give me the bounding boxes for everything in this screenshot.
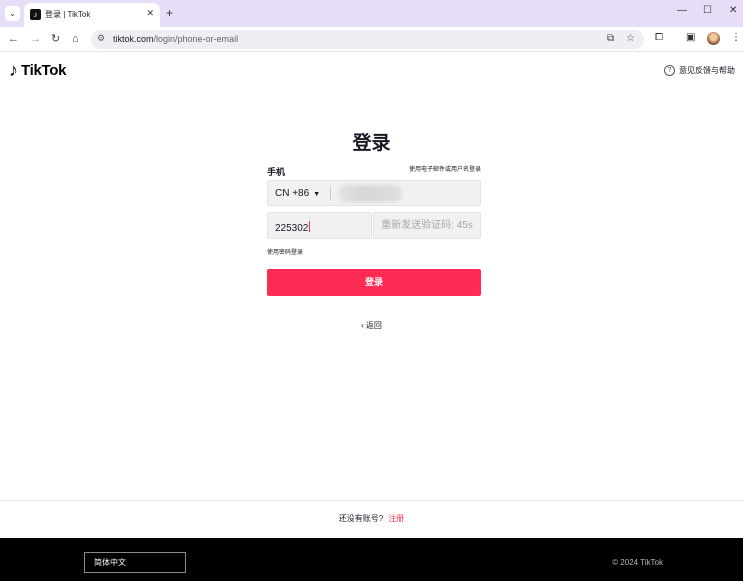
- browser-tab-bar: ⌄ ♪ 登录 | TikTok ✕ + — ☐ ✕: [0, 0, 743, 27]
- profile-avatar[interactable]: [707, 32, 720, 45]
- logo-text: TikTok: [21, 61, 67, 79]
- back-label: 返回: [365, 321, 382, 330]
- language-select[interactable]: 简体中文: [84, 552, 186, 573]
- question-icon: ?: [664, 65, 675, 76]
- install-icon[interactable]: ⧉: [607, 33, 614, 44]
- country-code-value: CN +86: [275, 188, 310, 199]
- star-icon[interactable]: ☆: [626, 33, 635, 44]
- browser-tab-active[interactable]: ♪ 登录 | TikTok ✕: [24, 3, 160, 27]
- side-panel-icon[interactable]: ▣: [686, 32, 695, 43]
- caret-down-icon: ▼: [313, 191, 321, 198]
- phone-label: 手机: [267, 167, 286, 177]
- window-close-icon[interactable]: ✕: [729, 5, 737, 16]
- tiktok-logo[interactable]: ♪ TikTok: [9, 61, 66, 79]
- feedback-label: 意见反馈与帮助: [679, 66, 735, 75]
- maximize-icon[interactable]: ☐: [703, 5, 712, 16]
- tab-search-button[interactable]: ⌄: [5, 6, 20, 21]
- signup-prompt: 还没有账号?: [338, 514, 384, 523]
- page-title: 登录: [352, 133, 391, 154]
- resend-code-button[interactable]: 重新发送验证码: 45s: [373, 212, 481, 239]
- url-text: tiktok.com/login/phone-or-email: [113, 34, 238, 44]
- tiktok-favicon-icon: ♪: [30, 9, 41, 20]
- email-username-login-link[interactable]: 使用电子邮件或用户名登录: [409, 164, 481, 173]
- tab-title: 登录 | TikTok: [45, 10, 91, 19]
- home-icon[interactable]: ⌂: [72, 32, 79, 46]
- field-divider: [330, 186, 331, 201]
- country-code-select[interactable]: CN +86 ▼: [275, 188, 320, 199]
- chevron-down-icon: ⌄: [9, 9, 16, 18]
- reload-icon[interactable]: ↻: [51, 32, 60, 46]
- signup-bar: 还没有账号? 注册: [0, 500, 743, 538]
- footer: 简体中文 © 2024 TikTok: [0, 538, 743, 581]
- back-icon[interactable]: ←: [8, 32, 19, 46]
- new-tab-button[interactable]: +: [166, 6, 173, 20]
- login-form: 手机 使用电子邮件或用户名登录 CN +86 ▼ 225302 重新发送验证码: …: [267, 163, 481, 296]
- browser-toolbar: ← → ↻ ⌂ ⚙ tiktok.com/login/phone-or-emai…: [0, 27, 743, 52]
- password-login-link[interactable]: 使用密码登录: [267, 247, 303, 256]
- code-value: 225302: [275, 221, 311, 234]
- feedback-help-link[interactable]: ? 意见反馈与帮助: [664, 65, 735, 76]
- phone-field: CN +86 ▼: [267, 180, 481, 206]
- copyright: © 2024 TikTok: [612, 558, 663, 567]
- minimize-icon[interactable]: —: [677, 5, 687, 16]
- login-button[interactable]: 登录: [267, 269, 481, 296]
- forward-icon[interactable]: →: [30, 32, 41, 46]
- chevron-left-icon: ‹: [361, 321, 364, 330]
- address-bar[interactable]: ⚙ tiktok.com/login/phone-or-email ⧉ ☆: [91, 30, 644, 49]
- site-info-icon[interactable]: ⚙: [97, 33, 105, 44]
- close-icon[interactable]: ✕: [146, 8, 154, 19]
- tiktok-note-icon: ♪: [9, 60, 18, 80]
- page-header: ♪ TikTok ? 意见反馈与帮助: [0, 53, 743, 89]
- more-icon[interactable]: ⋮: [731, 32, 741, 43]
- url-host: tiktok.com: [113, 34, 154, 44]
- extensions-icon[interactable]: ⧠: [655, 32, 663, 43]
- signup-link[interactable]: 注册: [388, 514, 404, 523]
- back-link[interactable]: ‹ 返回: [0, 320, 743, 331]
- url-path: /login/phone-or-email: [153, 34, 239, 44]
- verification-code-input[interactable]: 225302: [267, 212, 372, 239]
- phone-input[interactable]: [338, 185, 402, 202]
